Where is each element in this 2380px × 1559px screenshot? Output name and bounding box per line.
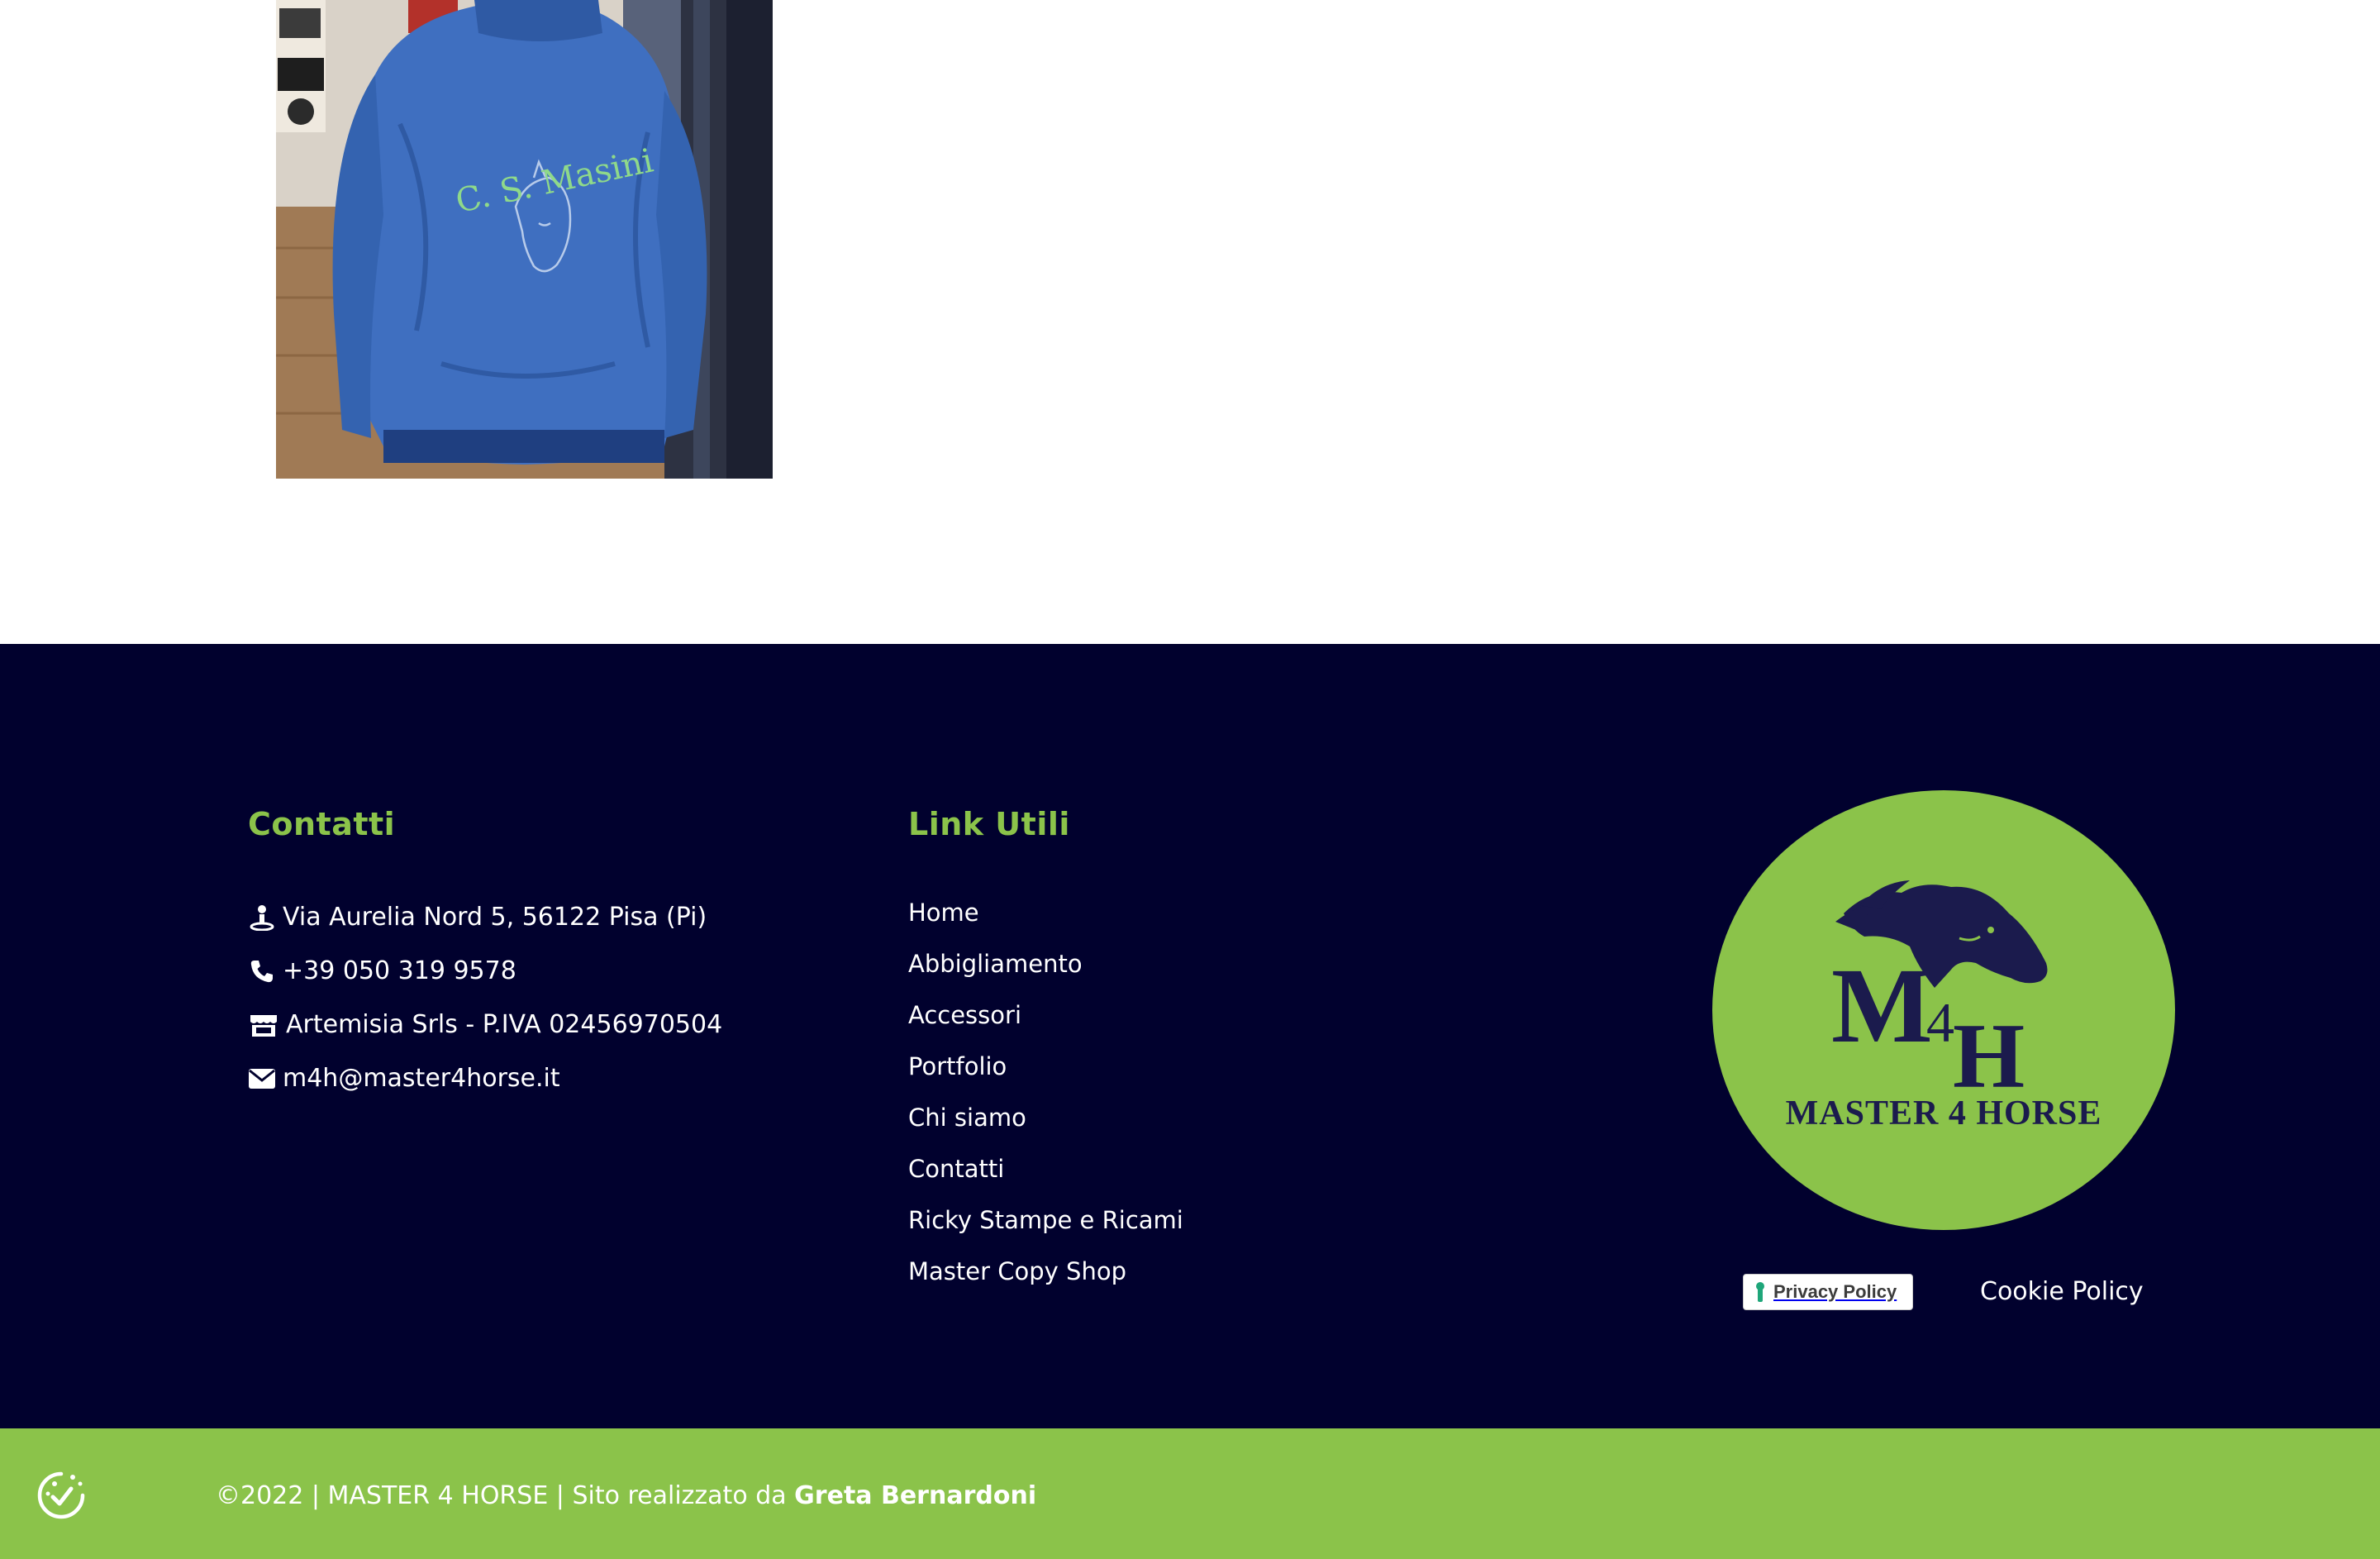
contact-company: Artemisia Srls - P.IVA 02456970504 — [248, 998, 722, 1051]
footer-link-contatti[interactable]: Contatti — [908, 1155, 1004, 1183]
jacket-photo[interactable]: C. S. Masini — [276, 0, 773, 479]
privacy-policy-badge[interactable]: Privacy Policy — [1743, 1274, 1913, 1310]
svg-text:MASTER 4 HORSE: MASTER 4 HORSE — [1786, 1094, 2102, 1132]
store-icon — [248, 1011, 279, 1039]
useful-links-list: Home Abbigliamento Accessori Portfolio C… — [908, 887, 1183, 1297]
keyhole-icon — [1755, 1281, 1765, 1303]
privacy-policy-label: Privacy Policy — [1773, 1281, 1897, 1302]
useful-links-heading: Link Utili — [908, 806, 1070, 842]
content-area: C. S. Masini — [0, 0, 2380, 644]
contact-email-text[interactable]: m4h@master4horse.it — [283, 1064, 560, 1093]
contact-phone: +39 050 319 9578 — [248, 944, 722, 998]
copyright-bar: ©2022 | MASTER 4 HORSE | Sito realizzato… — [0, 1428, 2380, 1559]
copyright-text: ©2022 | MASTER 4 HORSE | Sito realizzato… — [216, 1475, 1036, 1518]
contact-email: m4h@master4horse.it — [248, 1051, 722, 1105]
contact-list: Via Aurelia Nord 5, 56122 Pisa (Pi) +39 … — [248, 890, 722, 1105]
contact-address: Via Aurelia Nord 5, 56122 Pisa (Pi) — [248, 890, 722, 944]
phone-icon — [248, 957, 276, 985]
contacts-heading: Contatti — [248, 806, 396, 842]
footer-link-master-copy-shop[interactable]: Master Copy Shop — [908, 1257, 1126, 1285]
cookie-consent-icon[interactable] — [35, 1469, 88, 1522]
footer-link-accessori[interactable]: Accessori — [908, 1001, 1021, 1029]
cookie-policy-link[interactable]: Cookie Policy — [1980, 1274, 2144, 1310]
location-pin-icon — [248, 903, 276, 932]
site-footer: Contatti Via Aurelia Nord 5, 56122 Pisa … — [0, 644, 2380, 1428]
master4horse-logo: M 4 H MASTER 4 HORSE — [1711, 789, 2176, 1232]
contact-phone-text[interactable]: +39 050 319 9578 — [283, 956, 516, 985]
contact-address-text: Via Aurelia Nord 5, 56122 Pisa (Pi) — [283, 903, 707, 932]
svg-text:4: 4 — [1926, 991, 1954, 1054]
svg-text:H: H — [1953, 1005, 2025, 1108]
footer-link-chi-siamo[interactable]: Chi siamo — [908, 1104, 1026, 1132]
author-link[interactable]: Greta Bernardoni — [794, 1481, 1036, 1510]
footer-link-home[interactable]: Home — [908, 899, 979, 927]
footer-link-portfolio[interactable]: Portfolio — [908, 1052, 1007, 1080]
envelope-icon — [248, 1065, 276, 1093]
footer-link-ricky-stampe[interactable]: Ricky Stampe e Ricami — [908, 1206, 1183, 1234]
copyright-prefix: ©2022 | MASTER 4 HORSE | Sito realizzato… — [216, 1481, 795, 1510]
contact-company-text: Artemisia Srls - P.IVA 02456970504 — [286, 1010, 723, 1039]
svg-text:M: M — [1831, 946, 1933, 1066]
footer-link-abbigliamento[interactable]: Abbigliamento — [908, 950, 1083, 978]
